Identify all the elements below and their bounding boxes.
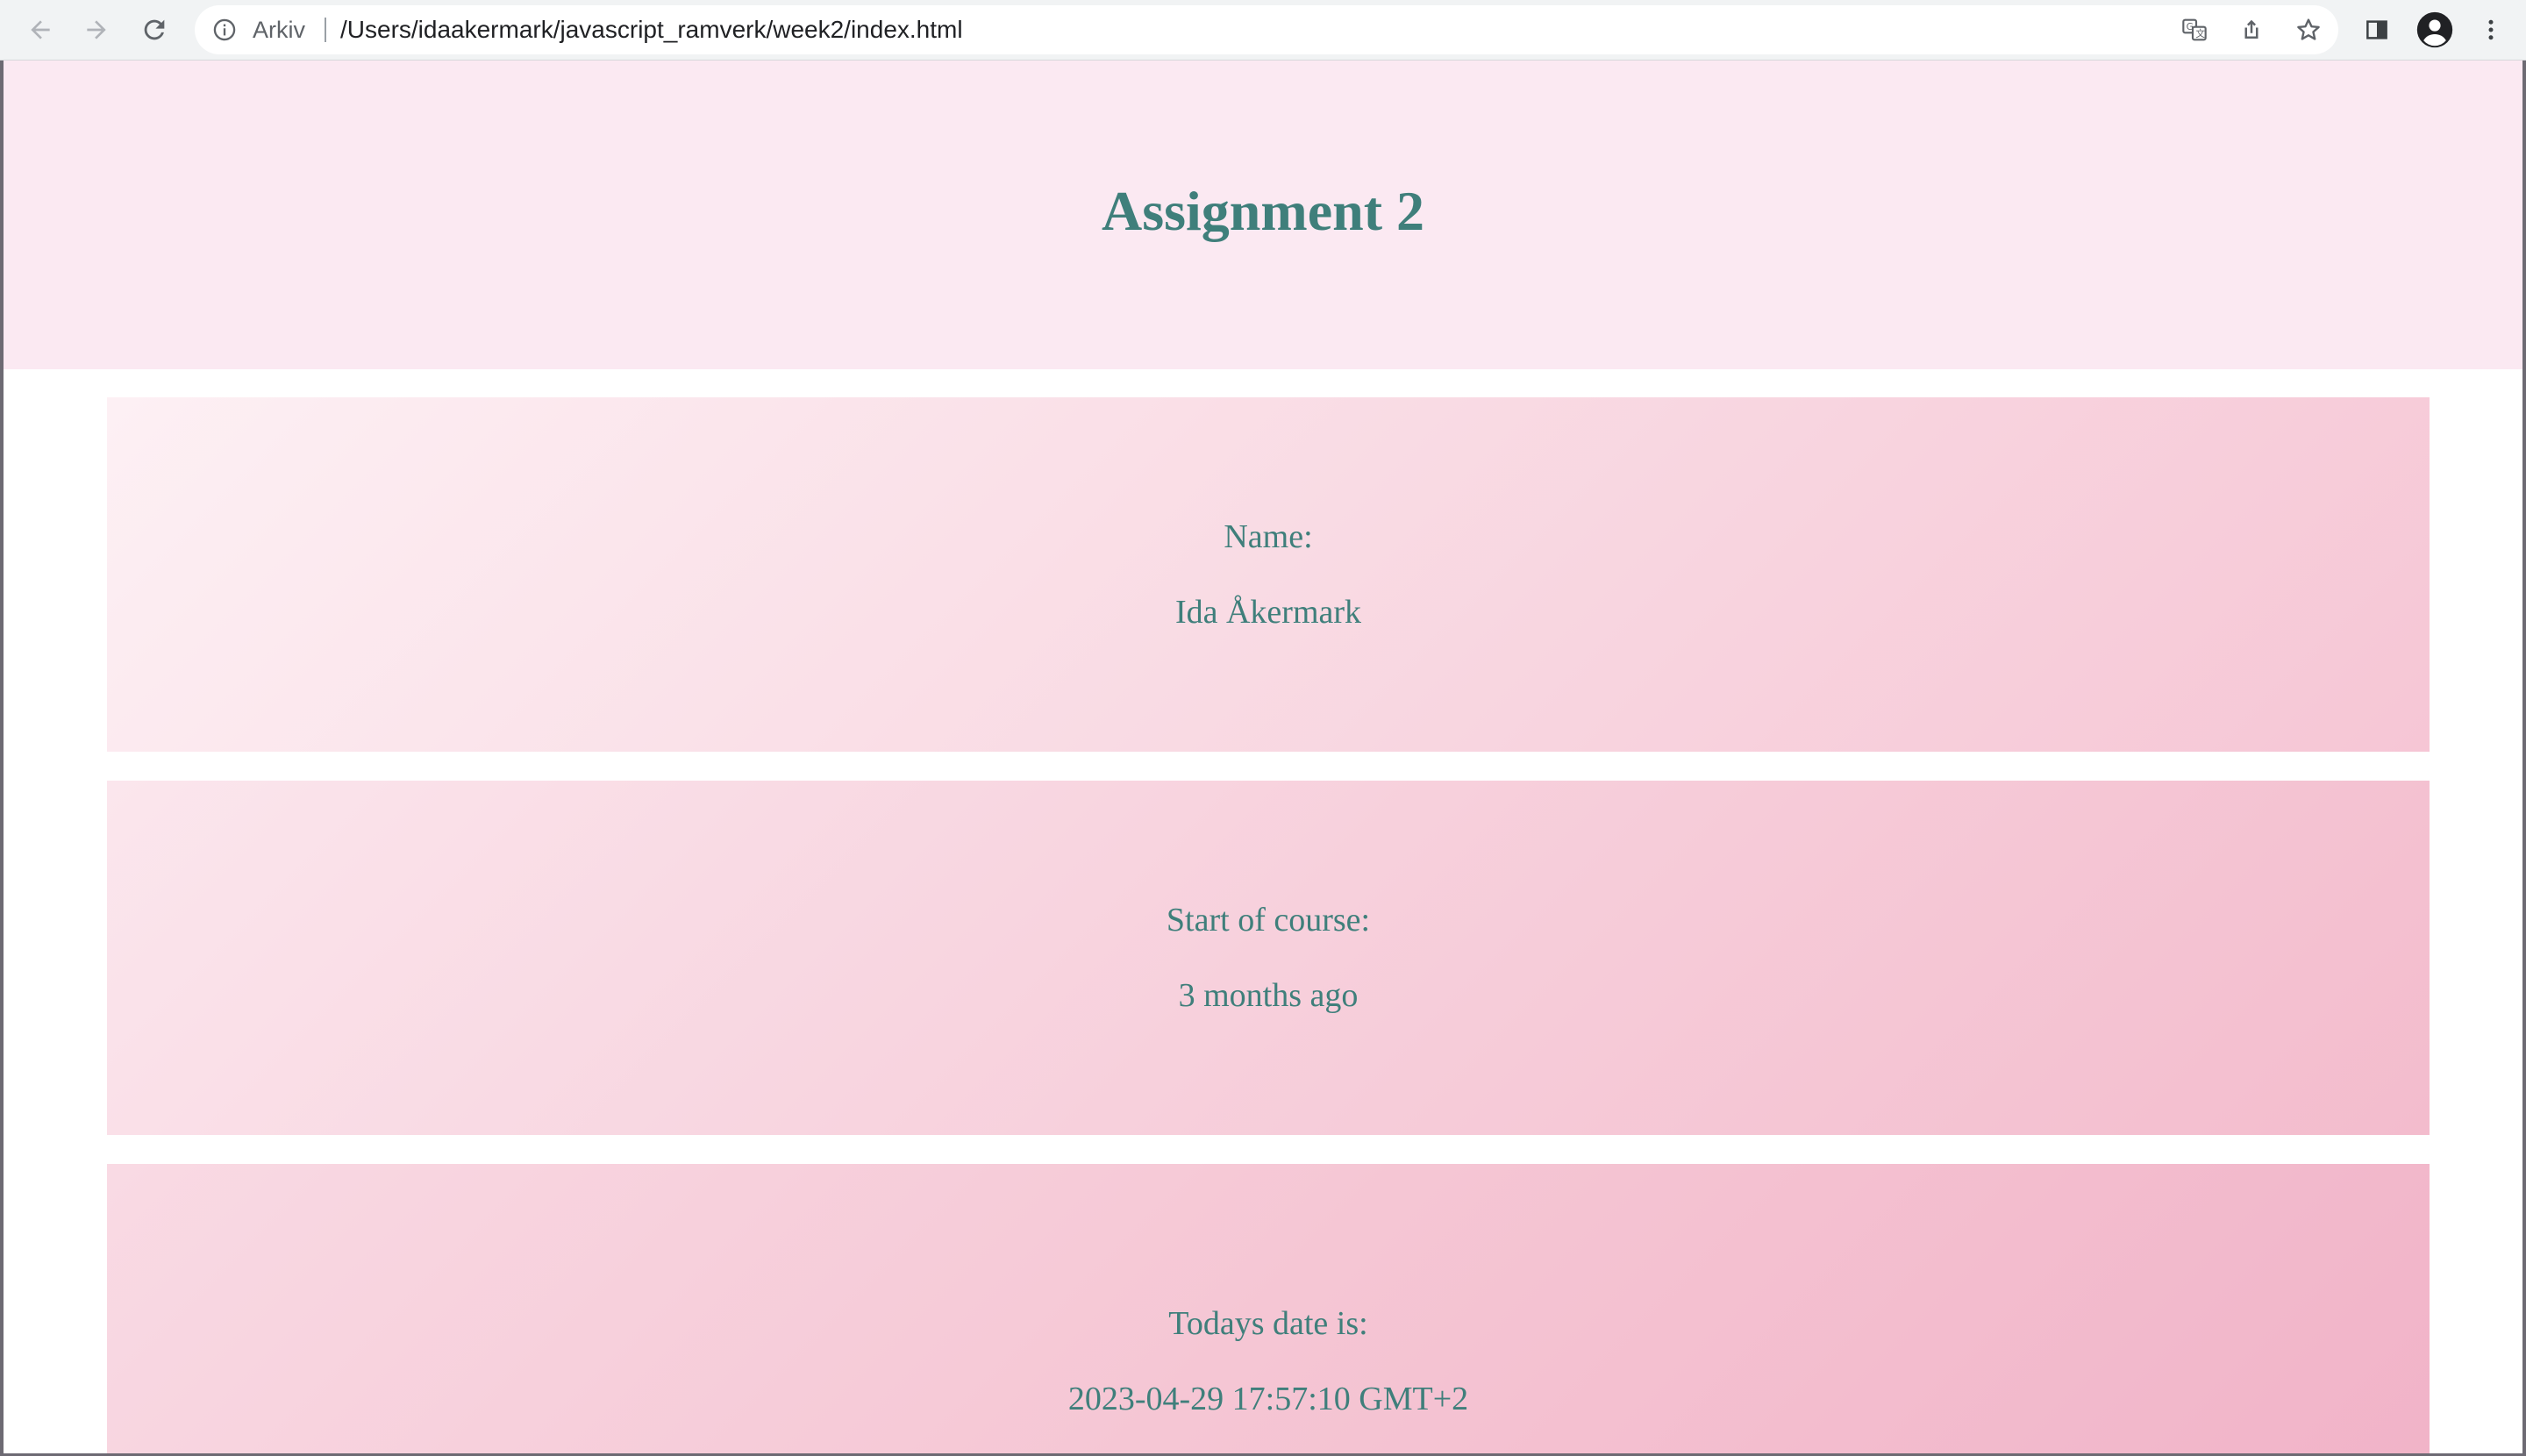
- profile-icon: [2415, 11, 2454, 49]
- menu-button[interactable]: [2468, 7, 2514, 53]
- arrow-left-icon: [26, 16, 54, 44]
- share-icon[interactable]: [2234, 12, 2269, 47]
- today-date-label: Todays date is:: [1168, 1305, 1368, 1342]
- reload-icon: [139, 15, 169, 45]
- side-panel-icon: [2364, 17, 2390, 43]
- window-border-right: [2522, 61, 2526, 1456]
- site-chip-label[interactable]: Arkiv: [253, 5, 305, 54]
- page-header: Assignment 2: [4, 61, 2522, 369]
- profile-button[interactable]: [2412, 7, 2458, 53]
- omnibox-divider: [325, 18, 326, 42]
- translate-icon[interactable]: G文: [2177, 12, 2212, 47]
- course-start-value: 3 months ago: [1178, 977, 1359, 1014]
- window-border-left: [0, 61, 4, 1456]
- svg-text:文: 文: [2195, 28, 2205, 39]
- name-card: Name: Ida Åkermark: [107, 397, 2430, 752]
- info-icon[interactable]: [212, 18, 237, 42]
- reload-button[interactable]: [132, 7, 177, 53]
- page-title: Assignment 2: [1101, 180, 1425, 242]
- today-date-card: Todays date is: 2023-04-29 17:57:10 GMT+…: [107, 1164, 2430, 1454]
- today-date-value: 2023-04-29 17:57:10 GMT+2: [1067, 1381, 1469, 1417]
- address-bar[interactable]: Arkiv /Users/idaakermark/javascript_ramv…: [195, 5, 2338, 54]
- url-text[interactable]: /Users/idaakermark/javascript_ramverk/we…: [340, 5, 963, 54]
- name-label: Name:: [1224, 518, 1313, 555]
- star-icon[interactable]: [2291, 12, 2326, 47]
- course-start-card: Start of course: 3 months ago: [107, 781, 2430, 1135]
- page-viewport: Assignment 2 Name: Ida Åkermark Start of…: [4, 61, 2522, 1454]
- name-value: Ida Åkermark: [1174, 594, 1362, 631]
- kebab-menu-icon: [2478, 17, 2504, 43]
- browser-toolbar: Arkiv /Users/idaakermark/javascript_ramv…: [0, 0, 2526, 61]
- course-start-label: Start of course:: [1166, 902, 1371, 939]
- forward-button[interactable]: [74, 7, 119, 53]
- side-panel-button[interactable]: [2354, 7, 2400, 53]
- back-button[interactable]: [18, 7, 63, 53]
- arrow-right-icon: [82, 16, 111, 44]
